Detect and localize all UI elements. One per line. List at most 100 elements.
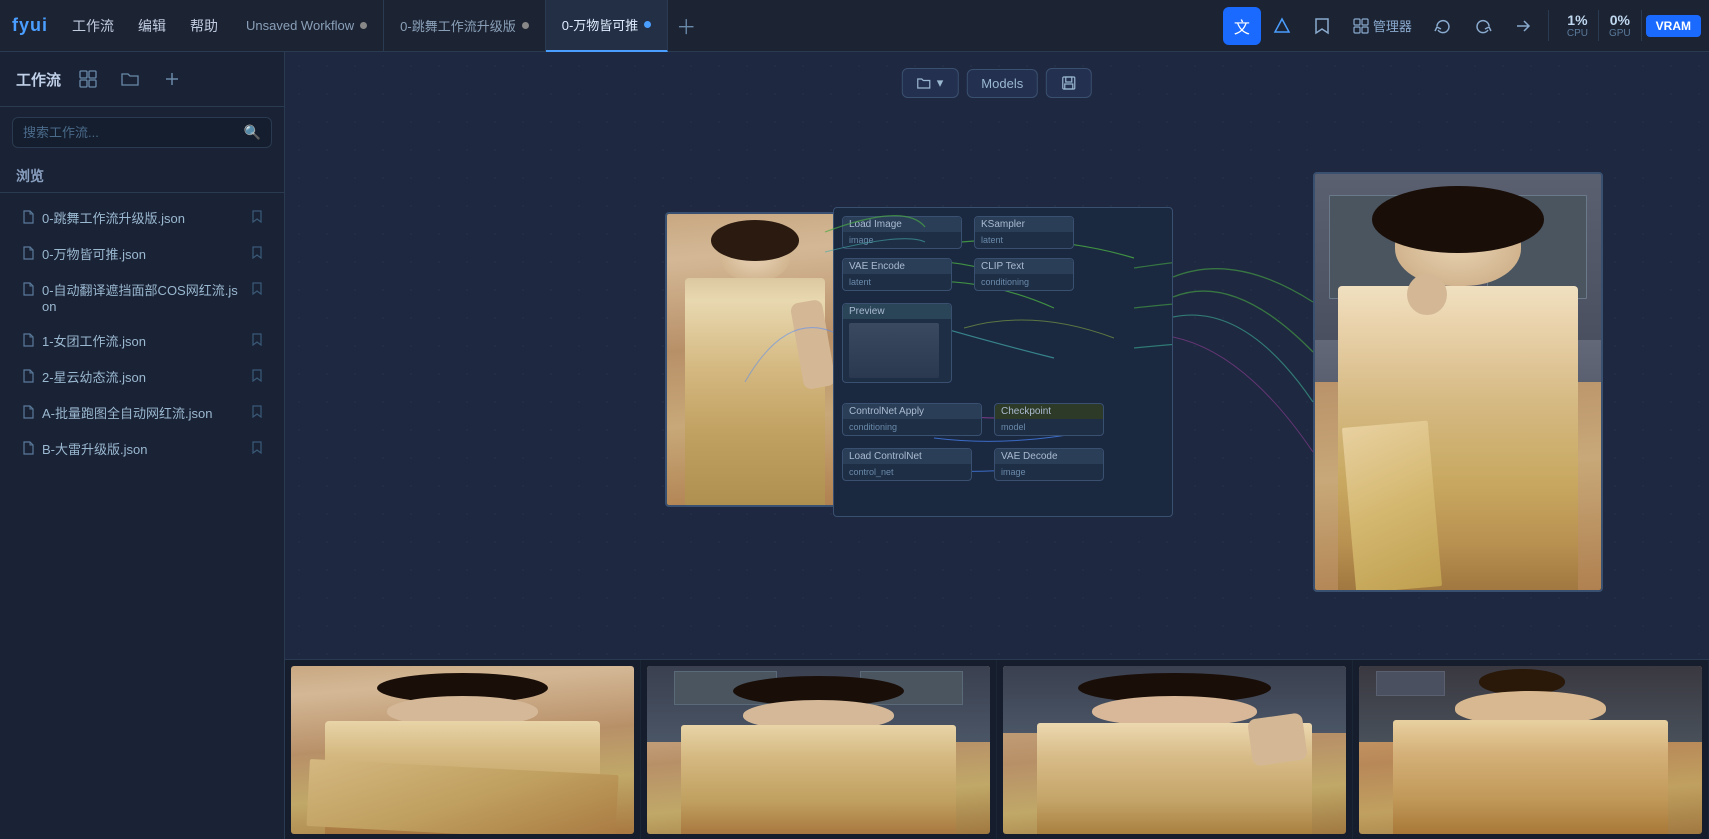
workflow-canvas: Load Image image VAE Encode latent Previ…	[285, 52, 1709, 659]
gpu-stat: 0% GPU	[1599, 10, 1642, 41]
tab-label: Unsaved Workflow	[246, 18, 354, 33]
tab-strip: Unsaved Workflow 0-跳舞工作流升级版 0-万物皆可推 ＋	[230, 0, 1217, 52]
file-name: 0-自动翻译遮挡面部COS网红流.json	[42, 280, 244, 314]
translate-icon: 文	[1234, 14, 1250, 38]
file-icon	[22, 333, 34, 350]
folder-arrow: ▾	[937, 75, 944, 91]
thumb-img-2	[647, 666, 990, 834]
vram-button[interactable]: VRAM	[1646, 15, 1701, 37]
save-icon	[1061, 75, 1077, 91]
thumb-item-4[interactable]	[1353, 660, 1709, 839]
triangle-icon	[1273, 17, 1291, 35]
bookmark-button[interactable]	[1303, 7, 1341, 45]
preview-image-left	[665, 212, 845, 507]
sidebar-grid-icon[interactable]	[73, 64, 103, 94]
file-icon	[22, 441, 34, 458]
file-item[interactable]: B-大雷升级版.json	[6, 431, 278, 466]
tab-add-button[interactable]: ＋	[668, 0, 704, 52]
file-item[interactable]: 2-星云幼态流.json	[6, 359, 278, 394]
file-name: 1-女团工作流.json	[42, 331, 244, 350]
folder-icon	[917, 77, 931, 89]
app-title: fyui	[0, 15, 60, 36]
save-canvas-button[interactable]	[1046, 68, 1092, 98]
gpu-value: 0%	[1610, 12, 1630, 28]
file-list: 0-跳舞工作流升级版.json 0-万物皆可推.json 0-自动翻译遮挡面部C…	[0, 195, 284, 839]
file-bookmark-icon[interactable]	[252, 369, 262, 385]
canvas-area[interactable]: ▾ Models	[285, 52, 1709, 839]
share-button[interactable]	[1504, 7, 1542, 45]
translate-button[interactable]: 文	[1223, 7, 1261, 45]
node-graph: Load Image image VAE Encode latent Previ…	[833, 207, 1173, 517]
file-bookmark-icon[interactable]	[252, 441, 262, 457]
file-bookmark-icon[interactable]	[252, 282, 262, 298]
thumb-img-3	[1003, 666, 1346, 834]
cpu-stat: 1% CPU	[1557, 10, 1599, 41]
bookmark-icon	[1314, 17, 1330, 35]
menu-edit[interactable]: 编辑	[126, 0, 178, 52]
search-input[interactable]	[23, 125, 236, 140]
sidebar-add-icon[interactable]	[157, 64, 187, 94]
thumb-item-2[interactable]	[641, 660, 997, 839]
file-item[interactable]: 0-跳舞工作流升级版.json	[6, 200, 278, 235]
menu-help[interactable]: 帮助	[178, 0, 230, 52]
menu-workflow[interactable]: 工作流	[60, 0, 126, 52]
manager-button[interactable]: 管理器	[1343, 7, 1422, 45]
tab-label: 0-万物皆可推	[562, 15, 639, 34]
thumb-img-1	[291, 666, 634, 834]
file-icon	[22, 405, 34, 422]
stats-bar: 1% CPU 0% GPU VRAM	[1548, 10, 1709, 41]
divider	[0, 192, 284, 193]
file-bookmark-icon[interactable]	[252, 333, 262, 349]
gpu-label: GPU	[1609, 28, 1631, 39]
thumb-item-1[interactable]	[285, 660, 641, 839]
preview-image-right	[1313, 172, 1603, 592]
right-toolbar: 文 管理器	[1217, 7, 1548, 45]
puzzle-icon	[1353, 18, 1369, 34]
tab-unsaved-workflow[interactable]: Unsaved Workflow	[230, 0, 384, 52]
triangle-button[interactable]	[1263, 7, 1301, 45]
file-name: A-批量跑图全自动网红流.json	[42, 403, 244, 422]
file-item[interactable]: A-批量跑图全自动网红流.json	[6, 395, 278, 430]
file-icon	[22, 369, 34, 386]
tab-dot	[522, 22, 529, 29]
sidebar-header: 工作流	[0, 52, 284, 107]
thumb-img-4	[1359, 666, 1702, 834]
browse-label: 浏览	[0, 158, 284, 190]
sidebar-folder-icon[interactable]	[115, 64, 145, 94]
sidebar: 工作流	[0, 52, 285, 839]
file-item[interactable]: 0-万物皆可推.json	[6, 236, 278, 271]
sidebar-title: 工作流	[16, 69, 61, 90]
tab-dance-workflow[interactable]: 0-跳舞工作流升级版	[384, 0, 546, 52]
sync-button-2[interactable]	[1464, 7, 1502, 45]
search-box[interactable]: 🔍	[12, 117, 272, 148]
file-item[interactable]: 1-女团工作流.json	[6, 323, 278, 358]
tab-wanwu[interactable]: 0-万物皆可推	[546, 0, 669, 52]
file-bookmark-icon[interactable]	[252, 210, 262, 226]
models-label: Models	[981, 76, 1023, 91]
cpu-value: 1%	[1567, 12, 1587, 28]
manager-label: 管理器	[1373, 16, 1412, 35]
bottom-strip	[285, 659, 1709, 839]
canvas-toolbar: ▾ Models	[902, 68, 1092, 98]
folder-button[interactable]: ▾	[902, 68, 959, 98]
file-name: 0-万物皆可推.json	[42, 244, 244, 263]
file-name: B-大雷升级版.json	[42, 439, 244, 458]
file-name: 0-跳舞工作流升级版.json	[42, 208, 244, 227]
tab-dot	[360, 22, 367, 29]
file-bookmark-icon[interactable]	[252, 246, 262, 262]
sync-icon-2	[1474, 17, 1492, 35]
file-icon	[22, 246, 34, 263]
sync-button-1[interactable]	[1424, 7, 1462, 45]
file-icon	[22, 210, 34, 227]
tab-label: 0-跳舞工作流升级版	[400, 16, 516, 35]
file-bookmark-icon[interactable]	[252, 405, 262, 421]
thumb-item-3[interactable]	[997, 660, 1353, 839]
tab-dot	[644, 21, 651, 28]
search-icon: 🔍	[244, 124, 261, 141]
sync-icon-1	[1434, 17, 1452, 35]
models-button[interactable]: Models	[966, 69, 1038, 98]
file-item[interactable]: 0-自动翻译遮挡面部COS网红流.json	[6, 272, 278, 322]
file-icon	[22, 282, 34, 299]
cpu-label: CPU	[1567, 28, 1588, 39]
share-icon	[1514, 17, 1532, 35]
